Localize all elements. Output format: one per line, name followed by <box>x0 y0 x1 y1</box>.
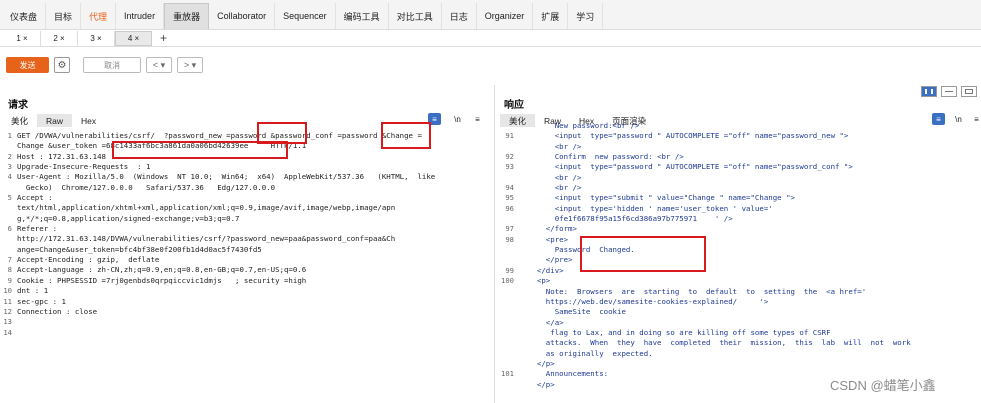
pane-divider[interactable] <box>494 85 495 403</box>
repeater-tab-4[interactable]: 4 × <box>115 30 152 46</box>
layout-split-icon[interactable] <box>921 86 937 97</box>
request-tab-pretty[interactable]: 美化 <box>2 114 37 127</box>
tab-extensions[interactable]: 扩展 <box>533 3 569 29</box>
repeater-toolbar: 发送 ⚙ 取消 < ▾ > ▾ <box>0 47 981 83</box>
tab-learn[interactable]: 学习 <box>568 3 604 29</box>
repeater-tab-1[interactable]: 1 × <box>4 30 41 46</box>
repeater-tab-2[interactable]: 2 × <box>41 30 78 46</box>
highlight-password-changed <box>580 236 706 272</box>
repeater-tab-bar: 1 × 2 × 3 × 4 × + <box>0 30 981 47</box>
highlight-password-conf <box>381 122 431 149</box>
request-view-tabs: 美化 Raw Hex <box>2 114 105 127</box>
layout-single-icon[interactable] <box>961 86 977 97</box>
tab-sequencer[interactable]: Sequencer <box>275 3 336 29</box>
tab-target[interactable]: 目标 <box>46 3 82 29</box>
send-button[interactable]: 发送 <box>6 57 49 73</box>
tab-proxy[interactable]: 代理 <box>81 3 117 29</box>
tab-comparer[interactable]: 对比工具 <box>389 3 442 29</box>
request-line-numbers: 1 2 3 4 5 6 7 8 9 10 11 12 13 14 <box>3 131 12 337</box>
watermark: CSDN @蜡笔小鑫 <box>830 378 936 393</box>
history-back-button[interactable]: < ▾ <box>146 57 172 73</box>
request-tab-hex[interactable]: Hex <box>72 114 105 127</box>
tab-intruder[interactable]: Intruder <box>116 3 165 29</box>
tab-logger[interactable]: 日志 <box>442 3 477 29</box>
newline-toggle-icon[interactable]: \n <box>451 113 464 125</box>
response-line-numbers: 91 92 93 94 95 96 97 98 99 100 101 <box>501 131 514 379</box>
tab-organizer[interactable]: Organizer <box>477 3 534 29</box>
add-tab-icon[interactable]: + <box>160 31 167 45</box>
tab-collaborator[interactable]: Collaborator <box>209 3 276 29</box>
main-tab-bar: 仪表盘 目标 代理 Intruder 重放器 Collaborator Sequ… <box>0 0 981 30</box>
layout-horizontal-icon[interactable] <box>941 86 957 97</box>
cancel-button[interactable]: 取消 <box>83 57 141 73</box>
tab-repeater[interactable]: 重放器 <box>164 3 210 29</box>
history-forward-button[interactable]: > ▾ <box>177 57 203 73</box>
request-tab-raw[interactable]: Raw <box>37 114 73 127</box>
highlight-user-token <box>112 141 288 159</box>
request-editor[interactable]: GET /DVWA/vulnerabilities/csrf/ ?passwor… <box>17 131 492 403</box>
settings-gear-icon[interactable]: ⚙ <box>54 57 70 73</box>
tab-dashboard[interactable]: 仪表盘 <box>2 3 47 29</box>
repeater-tab-3[interactable]: 3 × <box>78 30 115 46</box>
request-title: 请求 <box>8 100 28 111</box>
response-title: 响应 <box>504 100 524 111</box>
menu-icon[interactable]: ≡ <box>471 113 484 125</box>
tab-decoder[interactable]: 编码工具 <box>336 3 389 29</box>
